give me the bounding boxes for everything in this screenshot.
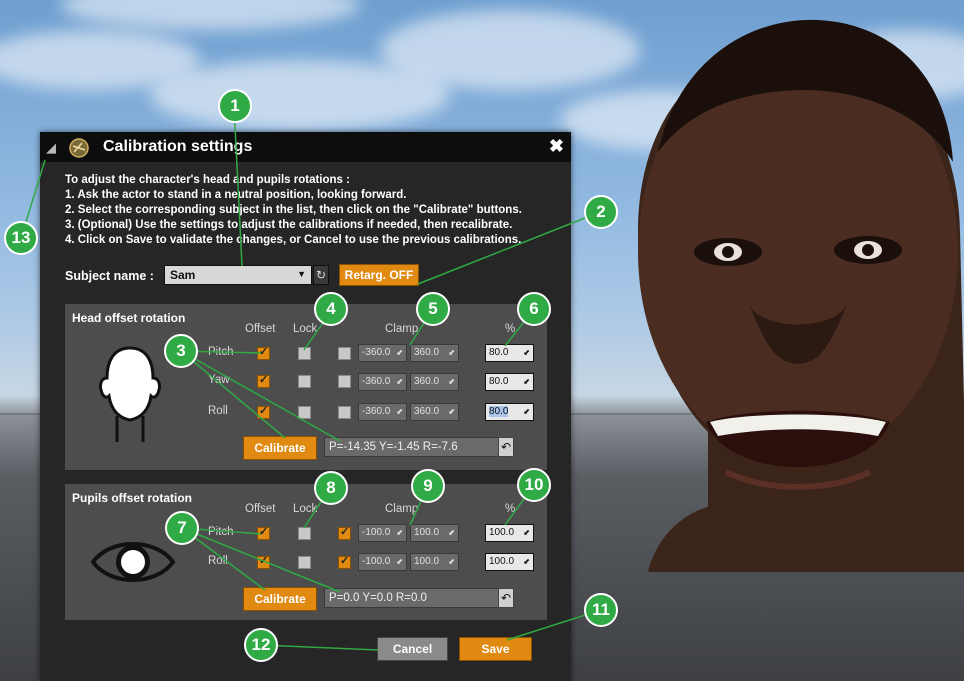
callout-badge: 3 — [164, 334, 198, 368]
callout-badge: 5 — [416, 292, 450, 326]
callout-badge: 12 — [244, 628, 278, 662]
callout-badge: 1 — [218, 89, 252, 123]
callout-lines — [20, 105, 602, 651]
callout-badge: 7 — [165, 511, 199, 545]
callout-badge: 2 — [584, 195, 618, 229]
callout-badge: 10 — [517, 468, 551, 502]
callout-badge: 13 — [4, 221, 38, 255]
callout-badge: 11 — [584, 593, 618, 627]
callout-badge: 4 — [314, 292, 348, 326]
callout-badge: 8 — [314, 471, 348, 505]
callout-badge: 9 — [411, 469, 445, 503]
callout-badge: 6 — [517, 292, 551, 326]
